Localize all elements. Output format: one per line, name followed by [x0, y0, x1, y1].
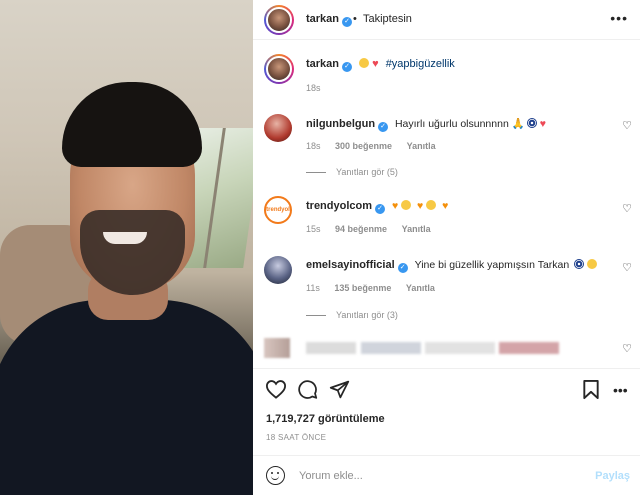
comment-like-heart-icon[interactable]: ♡: [622, 342, 632, 355]
hair: [62, 82, 202, 167]
bookmark-icon[interactable]: [582, 379, 600, 400]
follow-status[interactable]: Takiptesin: [363, 13, 412, 25]
verified-badge-icon: ✓: [378, 122, 389, 132]
blurred-text: [425, 342, 495, 354]
smiley-icon[interactable]: [266, 466, 285, 485]
comment-like-heart-icon[interactable]: ♡: [622, 261, 632, 274]
send-icon[interactable]: [329, 379, 350, 400]
hashtag-link[interactable]: #yapbigüzellik: [386, 58, 455, 70]
comment-like-heart-icon[interactable]: ♡: [622, 202, 632, 215]
blurred-text: [306, 342, 356, 354]
view-replies-label: Yanıtları gör (3): [336, 310, 398, 320]
commenter-avatar[interactable]: [264, 114, 292, 142]
commenter-avatar[interactable]: trendyol: [264, 196, 292, 224]
verified-badge-icon: ✓: [397, 263, 408, 273]
heart-icon[interactable]: [265, 379, 287, 399]
heart-eyes-emoji-icon: [401, 200, 412, 210]
reply-button[interactable]: Yanıtla: [407, 141, 436, 151]
blurred-text: [361, 342, 421, 354]
black-shirt: [0, 300, 253, 495]
comment-likes[interactable]: 300 beğenme: [335, 141, 392, 151]
comment-box: Paylaş: [253, 455, 640, 495]
blurred-avatar: [264, 338, 290, 358]
commenter-username[interactable]: nilgunbelgun: [306, 118, 375, 130]
view-count[interactable]: 1,719,727 görüntüleme: [266, 413, 385, 425]
caption-avatar[interactable]: [264, 54, 294, 84]
smile: [103, 232, 147, 244]
caption-time: 18s: [306, 83, 321, 93]
pray-emoji-icon: 🙏: [511, 118, 525, 130]
reply-button[interactable]: Yanıtla: [406, 283, 435, 293]
commenter-username[interactable]: trendyolcom: [306, 200, 372, 212]
comment-time: 15s: [306, 224, 321, 234]
orange-heart-emoji-icon: ♥: [391, 200, 399, 212]
blurred-text: [499, 342, 559, 354]
commenter-avatar[interactable]: [264, 256, 292, 284]
heart-eyes-emoji-icon: [587, 259, 598, 269]
nazar-emoji-icon: [574, 259, 585, 269]
replies-divider: [306, 315, 326, 317]
trendyol-logo: trendyol: [266, 207, 290, 213]
comment-text: Yine bi güzellik yapmışsın Tarkan: [414, 259, 570, 271]
view-replies-link[interactable]: Yanıtları gör (5): [306, 167, 398, 177]
comment-time: 18s: [306, 141, 321, 151]
comment-input[interactable]: [299, 466, 579, 486]
post-details-panel: tarkan ✓ • Takiptesin ••• tarkan ✓ ♥ #yapb…: [253, 0, 640, 495]
post-video[interactable]: [0, 0, 253, 495]
post-age: 18 SAAT ÖNCE: [266, 433, 327, 442]
separator-dot: •: [353, 13, 357, 25]
comment-icon[interactable]: [297, 379, 318, 400]
nazar-emoji-icon: [526, 118, 537, 128]
author-username[interactable]: tarkan: [306, 13, 339, 25]
red-heart-emoji-icon: ♥: [372, 58, 379, 70]
comment-like-heart-icon[interactable]: ♡: [622, 119, 632, 132]
more-options-icon[interactable]: •••: [613, 380, 628, 400]
view-replies-label: Yanıtları gör (5): [336, 167, 398, 177]
verified-badge-icon: ✓: [342, 17, 353, 27]
action-bar: •••: [253, 368, 640, 414]
commenter-username[interactable]: emelsayinofficial: [306, 259, 395, 271]
blurred-comment: ♡: [253, 336, 640, 360]
orange-heart-emoji-icon: ♥: [417, 200, 424, 212]
heart-eyes-emoji-icon: [426, 200, 437, 210]
comment-likes[interactable]: 135 beğenme: [334, 283, 391, 293]
replies-divider: [306, 172, 326, 174]
more-options-icon[interactable]: •••: [610, 10, 628, 26]
red-heart-emoji-icon: ♥: [539, 118, 547, 130]
orange-heart-emoji-icon: ♥: [442, 200, 449, 212]
verified-badge-icon: ✓: [342, 62, 353, 72]
reply-button[interactable]: Yanıtla: [402, 224, 431, 234]
post-comment-button[interactable]: Paylaş: [595, 470, 630, 482]
comment-text: Hayırlı uğurlu olsunnnnn: [394, 118, 509, 130]
view-replies-link[interactable]: Yanıtları gör (3): [306, 310, 398, 320]
comment-time: 11s: [306, 283, 320, 293]
post-header: tarkan ✓ • Takiptesin •••: [253, 0, 640, 40]
comment-likes[interactable]: 94 beğenme: [335, 224, 387, 234]
author-avatar[interactable]: [264, 5, 294, 35]
verified-badge-icon: ✓: [375, 204, 386, 214]
smiling-emoji-icon: [359, 58, 370, 68]
caption-username[interactable]: tarkan: [306, 58, 339, 70]
